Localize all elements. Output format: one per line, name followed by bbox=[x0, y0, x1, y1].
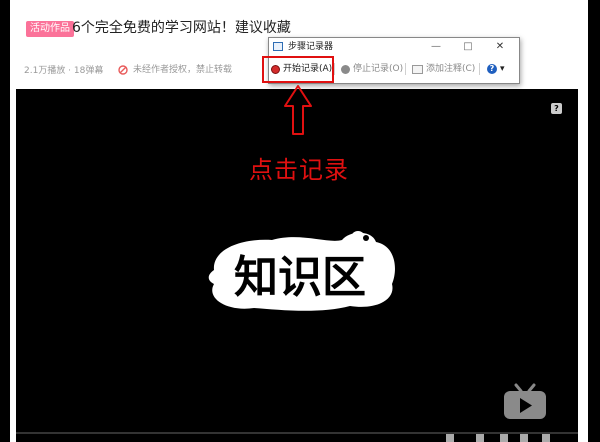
activity-tag: 活动作品 bbox=[26, 21, 74, 37]
maximize-button[interactable]: □ bbox=[457, 39, 479, 55]
toolbar-separator bbox=[334, 63, 335, 75]
video-progress-bar[interactable] bbox=[16, 432, 578, 434]
control-icon[interactable] bbox=[542, 434, 550, 442]
help-icon: ? bbox=[487, 64, 497, 74]
video-stats: 2.1万播放 · 18弹幕 bbox=[24, 66, 104, 76]
start-record-highlight bbox=[262, 56, 334, 83]
stop-record-label: 停止记录(O) bbox=[353, 64, 404, 74]
copyright-text: 未经作者授权，禁止转载 bbox=[133, 65, 233, 75]
add-comment-label: 添加注释(C) bbox=[426, 64, 476, 74]
bilibili-tv-icon bbox=[504, 383, 546, 419]
forbidden-icon bbox=[118, 65, 128, 75]
zhishiqu-logo: 知识区 bbox=[208, 231, 395, 311]
stop-icon bbox=[341, 64, 350, 74]
control-icon[interactable] bbox=[520, 434, 528, 442]
close-button[interactable]: ✕ bbox=[489, 39, 511, 55]
window-title: 步骤记录器 bbox=[288, 42, 334, 52]
steps-recorder-app-icon bbox=[273, 42, 283, 51]
up-arrow-annotation bbox=[284, 85, 312, 135]
copyright-notice: 未经作者授权，禁止转载 bbox=[118, 64, 232, 76]
add-comment-button[interactable]: 添加注释(C) bbox=[412, 60, 475, 78]
control-icon[interactable] bbox=[446, 434, 454, 442]
stop-record-button[interactable]: 停止记录(O) bbox=[341, 60, 403, 78]
minimize-button[interactable]: — bbox=[425, 39, 447, 55]
video-title: 6个完全免费的学习网站！建议收藏 bbox=[72, 20, 291, 36]
control-icon[interactable] bbox=[500, 434, 508, 442]
feedback-icon[interactable]: ? bbox=[551, 103, 562, 114]
comment-icon bbox=[412, 64, 423, 74]
help-button[interactable]: ? ▾ bbox=[487, 60, 505, 78]
toolbar-separator bbox=[405, 63, 406, 75]
toolbar-separator bbox=[479, 63, 480, 75]
help-dropdown-icon[interactable]: ▾ bbox=[500, 60, 505, 78]
annotation-text: 点击记录 bbox=[249, 156, 349, 184]
control-icon[interactable] bbox=[476, 434, 484, 442]
logo-text: 知识区 bbox=[234, 252, 366, 303]
